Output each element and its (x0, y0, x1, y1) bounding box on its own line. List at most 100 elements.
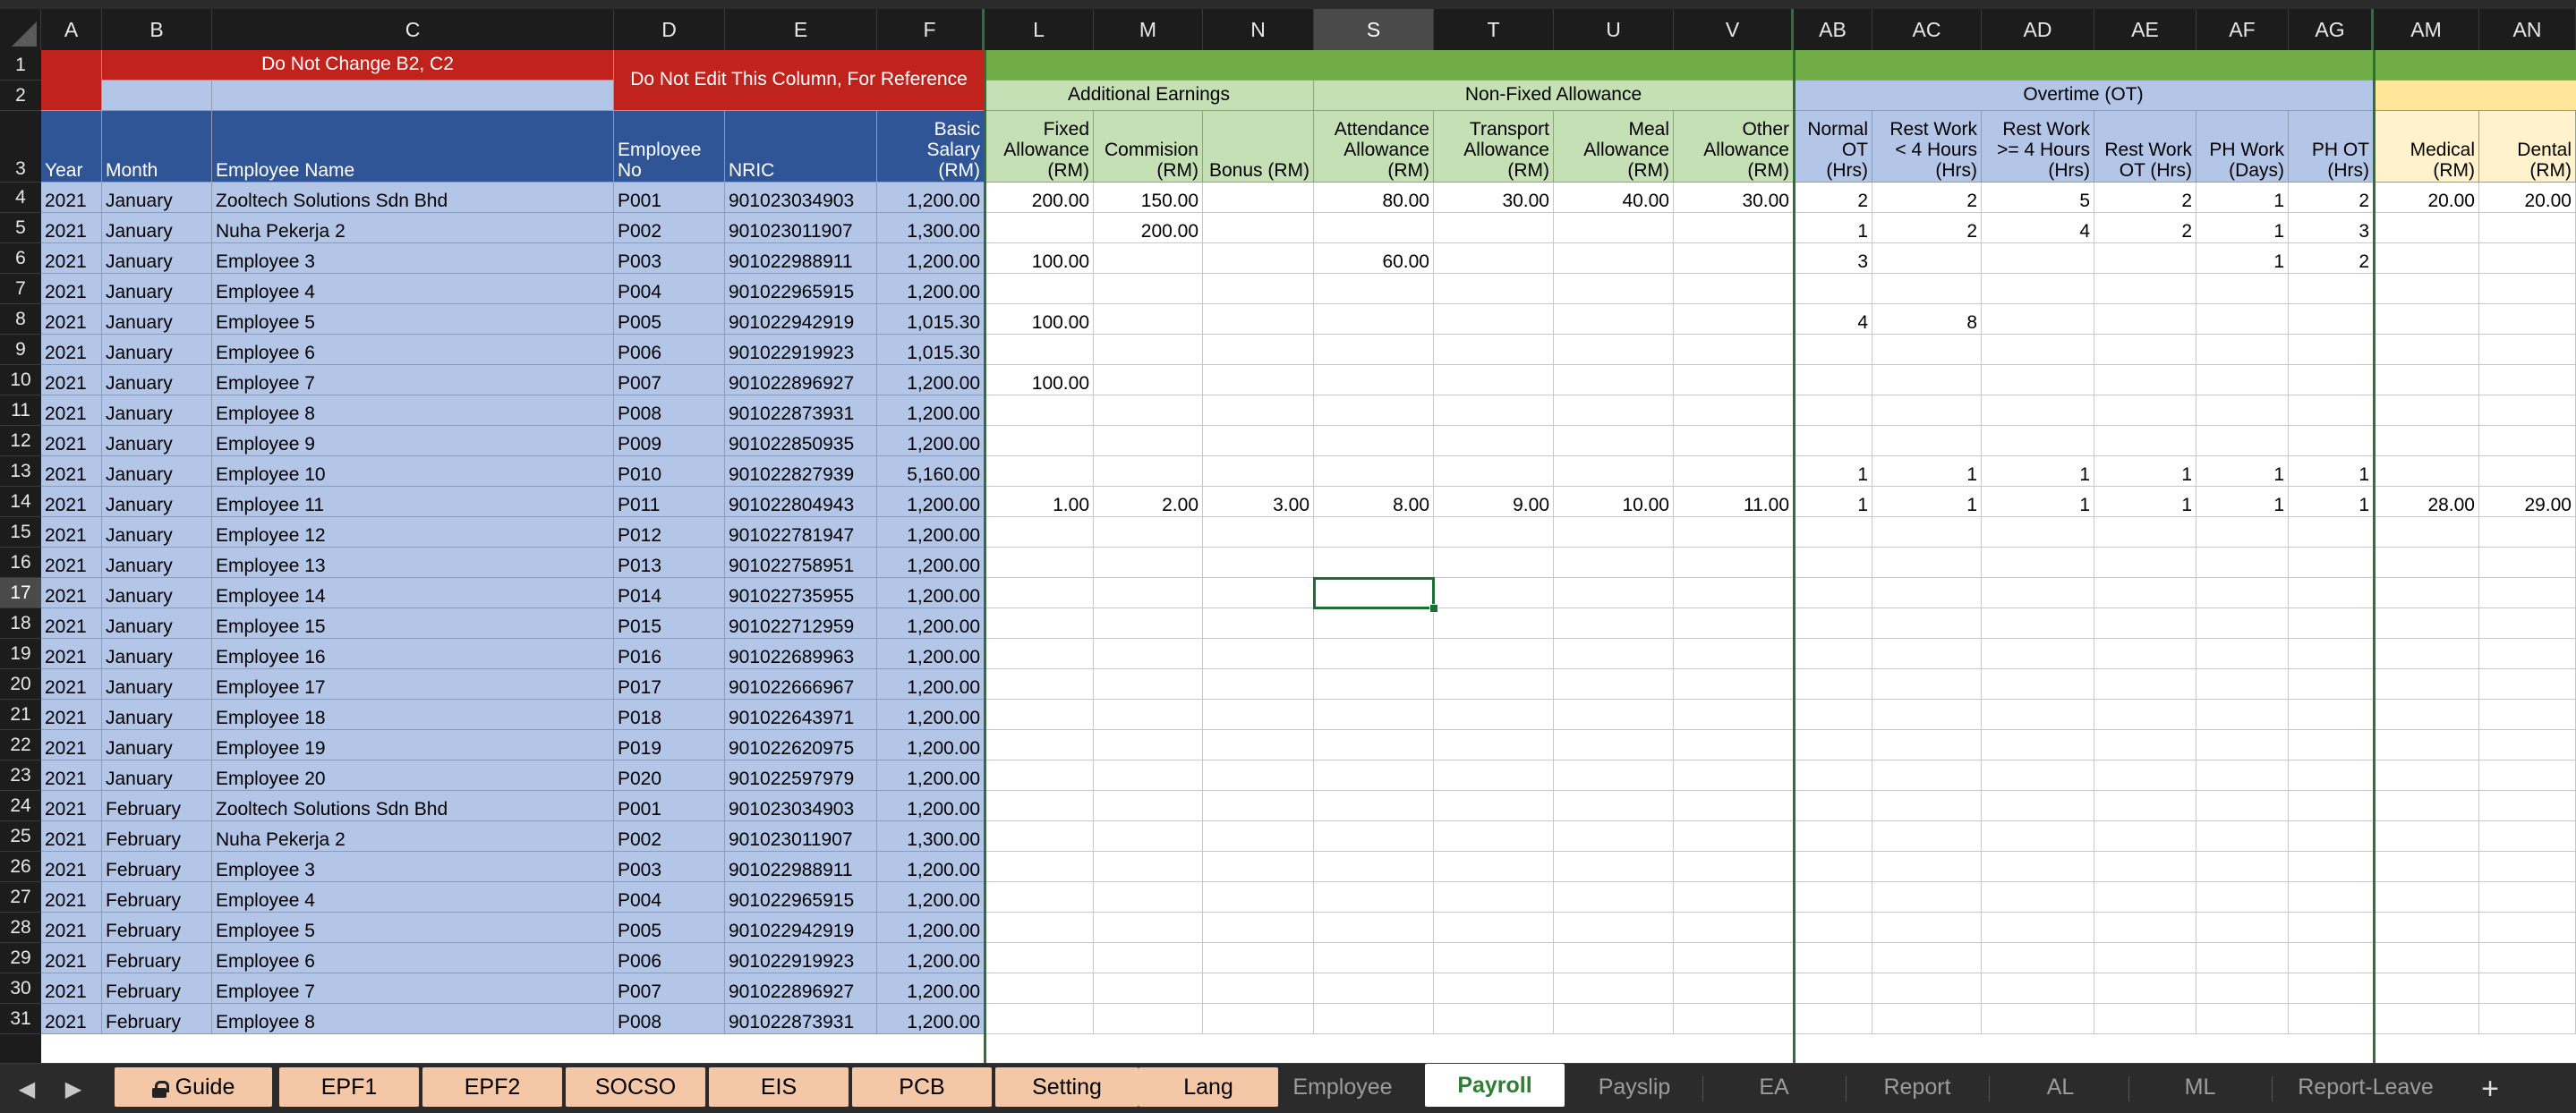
cell-l5[interactable] (985, 213, 1094, 243)
cell-s11[interactable] (1314, 395, 1434, 426)
cell-ag27[interactable] (2289, 882, 2374, 913)
cell-am16[interactable] (2374, 548, 2479, 578)
cell-u6[interactable] (1554, 243, 1674, 274)
column-header-ad[interactable]: AD (1982, 9, 2094, 50)
cell-l11[interactable] (985, 395, 1094, 426)
cell-an10[interactable] (2479, 365, 2576, 395)
cell-l12[interactable] (985, 426, 1094, 456)
cell-m16[interactable] (1094, 548, 1203, 578)
row-header-20[interactable]: 20 (0, 669, 41, 700)
cell-f22[interactable]: 1,200.00 (877, 730, 985, 760)
cell-am10[interactable] (2374, 365, 2479, 395)
cell-am26[interactable] (2374, 852, 2479, 882)
cell-an6[interactable] (2479, 243, 2576, 274)
sheet-tab-report[interactable]: Report (1847, 1067, 1987, 1107)
cell-c6[interactable]: Employee 3 (212, 243, 614, 274)
cell-m18[interactable] (1094, 608, 1203, 639)
cell-e7[interactable]: 901022965915 (725, 274, 877, 304)
cell-s19[interactable] (1314, 639, 1434, 669)
cell-d20[interactable]: P017 (614, 669, 725, 700)
cell-a22[interactable]: 2021 (41, 730, 102, 760)
cell-e26[interactable]: 901022988911 (725, 852, 877, 882)
cell-d5[interactable]: P002 (614, 213, 725, 243)
cell-an14[interactable]: 29.00 (2479, 487, 2576, 517)
cell-d27[interactable]: P004 (614, 882, 725, 913)
cell-e11[interactable]: 901022873931 (725, 395, 877, 426)
cell-ae27[interactable] (2094, 882, 2196, 913)
cell-an28[interactable] (2479, 913, 2576, 943)
cell-b13[interactable]: January (102, 456, 212, 487)
cell-ad12[interactable] (1982, 426, 2094, 456)
cell-t20[interactable] (1434, 669, 1554, 700)
cell-c24[interactable]: Zooltech Solutions Sdn Bhd (212, 791, 614, 821)
cell-ab24[interactable] (1794, 791, 1872, 821)
cell-v11[interactable] (1674, 395, 1794, 426)
cell-ab25[interactable] (1794, 821, 1872, 852)
cell-a14[interactable]: 2021 (41, 487, 102, 517)
cell-d14[interactable]: P011 (614, 487, 725, 517)
row-header-15[interactable]: 15 (0, 517, 41, 548)
cell-ac12[interactable] (1872, 426, 1982, 456)
cell-c28[interactable]: Employee 5 (212, 913, 614, 943)
cell-af28[interactable] (2196, 913, 2289, 943)
cell-c22[interactable]: Employee 19 (212, 730, 614, 760)
prev-sheet-arrow-icon[interactable]: ◀ (9, 1064, 45, 1113)
cell-ad27[interactable] (1982, 882, 2094, 913)
cell-ac25[interactable] (1872, 821, 1982, 852)
cell-af5[interactable]: 1 (2196, 213, 2289, 243)
cell-am27[interactable] (2374, 882, 2479, 913)
cell-n5[interactable] (1203, 213, 1314, 243)
select-all-corner[interactable] (0, 9, 41, 50)
cell-ac7[interactable] (1872, 274, 1982, 304)
cell-c15[interactable]: Employee 12 (212, 517, 614, 548)
cell-a31[interactable]: 2021 (41, 1004, 102, 1034)
cell-v20[interactable] (1674, 669, 1794, 700)
cell-ab10[interactable] (1794, 365, 1872, 395)
cell-c31[interactable]: Employee 8 (212, 1004, 614, 1034)
cell-u4[interactable]: 40.00 (1554, 183, 1674, 213)
column-header-b[interactable]: B (102, 9, 212, 50)
column-header-m[interactable]: M (1094, 9, 1203, 50)
cell-t5[interactable] (1434, 213, 1554, 243)
cell-ae23[interactable] (2094, 760, 2196, 791)
cell-c10[interactable]: Employee 7 (212, 365, 614, 395)
cell-ae16[interactable] (2094, 548, 2196, 578)
cell-n19[interactable] (1203, 639, 1314, 669)
cell-v19[interactable] (1674, 639, 1794, 669)
cell-ad25[interactable] (1982, 821, 2094, 852)
cell-d24[interactable]: P001 (614, 791, 725, 821)
cell-ab28[interactable] (1794, 913, 1872, 943)
cell-ab26[interactable] (1794, 852, 1872, 882)
cell-m25[interactable] (1094, 821, 1203, 852)
cell-ag14[interactable]: 1 (2289, 487, 2374, 517)
cell-n12[interactable] (1203, 426, 1314, 456)
cell-ae25[interactable] (2094, 821, 2196, 852)
cell-m6[interactable] (1094, 243, 1203, 274)
cell-f25[interactable]: 1,300.00 (877, 821, 985, 852)
cell-l17[interactable] (985, 578, 1094, 608)
cell-b21[interactable]: January (102, 700, 212, 730)
cell-t25[interactable] (1434, 821, 1554, 852)
cell-d8[interactable]: P005 (614, 304, 725, 335)
cell-d17[interactable]: P014 (614, 578, 725, 608)
cell-l21[interactable] (985, 700, 1094, 730)
cell-am13[interactable] (2374, 456, 2479, 487)
cell-m9[interactable] (1094, 335, 1203, 365)
cell-f26[interactable]: 1,200.00 (877, 852, 985, 882)
cell-ag7[interactable] (2289, 274, 2374, 304)
cell-t21[interactable] (1434, 700, 1554, 730)
cell-ad6[interactable] (1982, 243, 2094, 274)
cell-f27[interactable]: 1,200.00 (877, 882, 985, 913)
cell-b11[interactable]: January (102, 395, 212, 426)
row-header-12[interactable]: 12 (0, 426, 41, 456)
cell-s16[interactable] (1314, 548, 1434, 578)
cell-v6[interactable] (1674, 243, 1794, 274)
cell-u30[interactable] (1554, 973, 1674, 1004)
cell-b23[interactable]: January (102, 760, 212, 791)
row-header-28[interactable]: 28 (0, 913, 41, 943)
cell-t28[interactable] (1434, 913, 1554, 943)
cell-af30[interactable] (2196, 973, 2289, 1004)
cell-e18[interactable]: 901022712959 (725, 608, 877, 639)
cell-ae28[interactable] (2094, 913, 2196, 943)
column-header-s[interactable]: S (1314, 9, 1434, 50)
